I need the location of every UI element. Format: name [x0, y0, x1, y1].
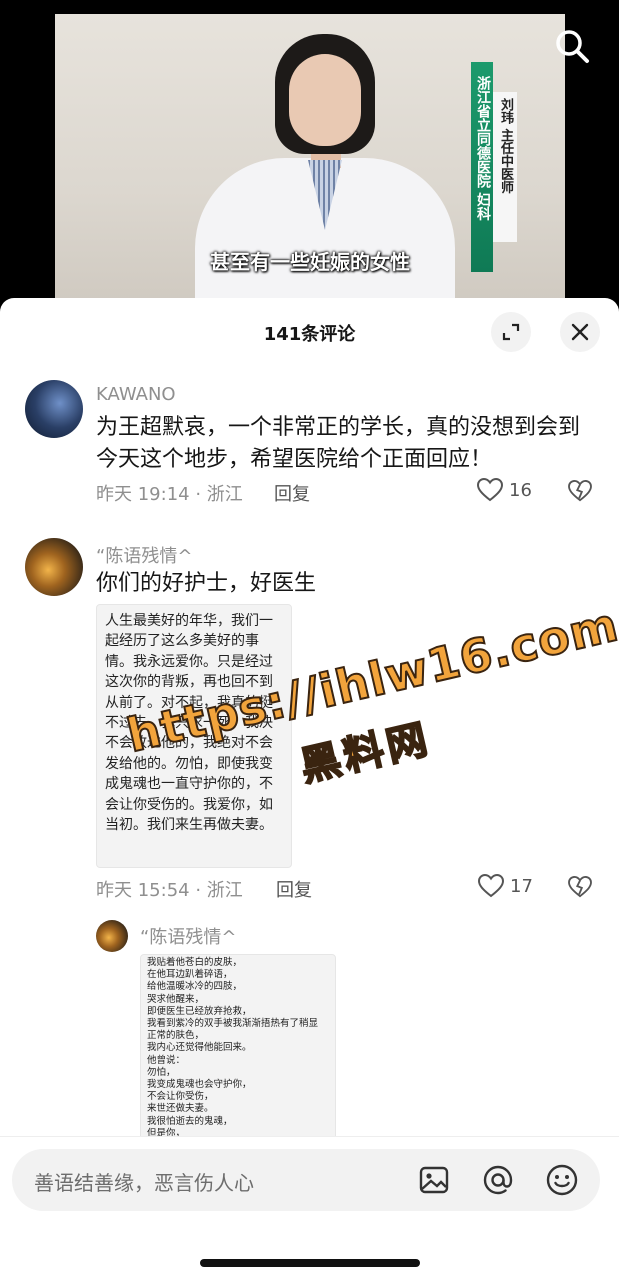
emoji-button[interactable]: [544, 1162, 580, 1198]
comment-input-bar: 善语结善缘，恶言伤人心: [0, 1136, 619, 1280]
avatar[interactable]: [25, 380, 83, 438]
expand-button[interactable]: [491, 312, 531, 352]
search-button[interactable]: [552, 26, 592, 66]
home-indicator[interactable]: [200, 1259, 420, 1267]
expand-icon: [502, 323, 520, 341]
like-count: 16: [509, 479, 532, 501]
comment-username[interactable]: KAWANO: [96, 384, 176, 405]
comment-text: 为王超默哀，一个非常正的学长，真的没想到会到今天这个地步，希望医院给个正面回应！: [96, 415, 581, 472]
reply-image-line: 不会让你受伤，: [147, 1091, 214, 1103]
mention-button[interactable]: [480, 1162, 516, 1198]
comment-input[interactable]: 善语结善缘，恶言伤人心: [12, 1149, 600, 1211]
comment-image[interactable]: 人生最美好的年华，我们一起经历了这么多美好的事情。我永远爱你。只是经过这次你的背…: [96, 604, 292, 868]
avatar[interactable]: [96, 920, 128, 952]
image-button[interactable]: [416, 1162, 452, 1198]
comments-header: 141条评论: [0, 298, 619, 366]
close-icon: [571, 323, 589, 341]
doctor-name-banner: 浙江省立同德医院 妇科 刘玮 主任中医师: [471, 62, 541, 272]
broken-heart-icon: [568, 875, 592, 898]
reply-image-line: 我变成鬼魂也会守护你，: [147, 1079, 252, 1091]
broken-heart-icon: [568, 479, 592, 502]
video-subtitle: 甚至有一些妊娠的女性: [210, 250, 410, 274]
video-player[interactable]: 浙江省立同德医院 妇科 刘玮 主任中医师 甚至有一些妊娠的女性: [0, 0, 619, 310]
reply-button[interactable]: 回复: [274, 480, 310, 506]
avatar[interactable]: [25, 538, 83, 596]
reply-image-line: 给他温暖冰冷的四肢，: [147, 981, 243, 993]
video-frame: 浙江省立同德医院 妇科 刘玮 主任中医师 甚至有一些妊娠的女性: [55, 14, 565, 310]
comment-time-location: 昨天 19:14 · 浙江: [96, 484, 243, 505]
close-button[interactable]: [560, 312, 600, 352]
comment-text: 你们的好护士，好医生: [96, 571, 317, 596]
heart-icon: [477, 478, 503, 502]
reply-image[interactable]: 我贴着他苍白的皮肤， 在他耳边趴着碎语， 给他温暖冰冷的四肢， 哭求他醒来， 即便医生已…: [140, 954, 336, 1144]
reply-image-line: 在他耳边趴着碎语，: [147, 969, 233, 981]
comment-input-placeholder: 善语结善缘，恶言伤人心: [34, 1171, 254, 1195]
reply-image-line: 勿怕，: [147, 1066, 176, 1078]
image-icon: [419, 1166, 449, 1194]
comment-time-location: 昨天 15:54 · 浙江: [96, 880, 243, 901]
reply-image-line: 来世还做夫妻。: [147, 1103, 214, 1115]
emoji-icon: [546, 1164, 578, 1196]
reply-image-line: 哭求他醒来，: [147, 993, 205, 1005]
reply-image-line: 正常的肤色，: [147, 1030, 205, 1042]
heart-icon: [478, 874, 504, 898]
dislike-button[interactable]: [568, 875, 592, 902]
like-count: 17: [510, 875, 533, 897]
like-button[interactable]: 16: [477, 478, 532, 502]
reply-button[interactable]: 回复: [276, 876, 312, 902]
comment-username[interactable]: “陈语残情^: [96, 542, 192, 568]
at-icon: [483, 1165, 513, 1195]
hospital-label: 浙江省立同德医院 妇科: [475, 76, 491, 221]
like-button[interactable]: 17: [478, 874, 533, 898]
dislike-button[interactable]: [568, 479, 592, 506]
search-icon: [556, 30, 589, 63]
reply-image-line: 即便医生已经放弃抢救，: [147, 1005, 252, 1017]
reply-image-line: 我看到紫冷的双手被我渐渐捂热有了稍显: [147, 1018, 319, 1030]
reply-image-line: 我内心还觉得他能回来。: [147, 1042, 252, 1054]
reply-image-line: 我贴着他苍白的皮肤，: [147, 957, 243, 968]
reply-image-line: 我很怕逝去的鬼魂，: [147, 1115, 233, 1127]
comments-sheet: 141条评论 KAWANO 为王超默哀，一个非常正的学长，真的没想到会到今天这个…: [0, 298, 619, 1280]
doctor-label: 刘玮 主任中医师: [498, 98, 513, 194]
reply-username[interactable]: “陈语残情^: [140, 923, 236, 949]
comment-image-text: 人生最美好的年华，我们一起经历了这么多美好的事情。我永远爱你。只是经过这次你的背…: [105, 613, 273, 834]
reply-image-line: 他曾说：: [147, 1054, 186, 1066]
